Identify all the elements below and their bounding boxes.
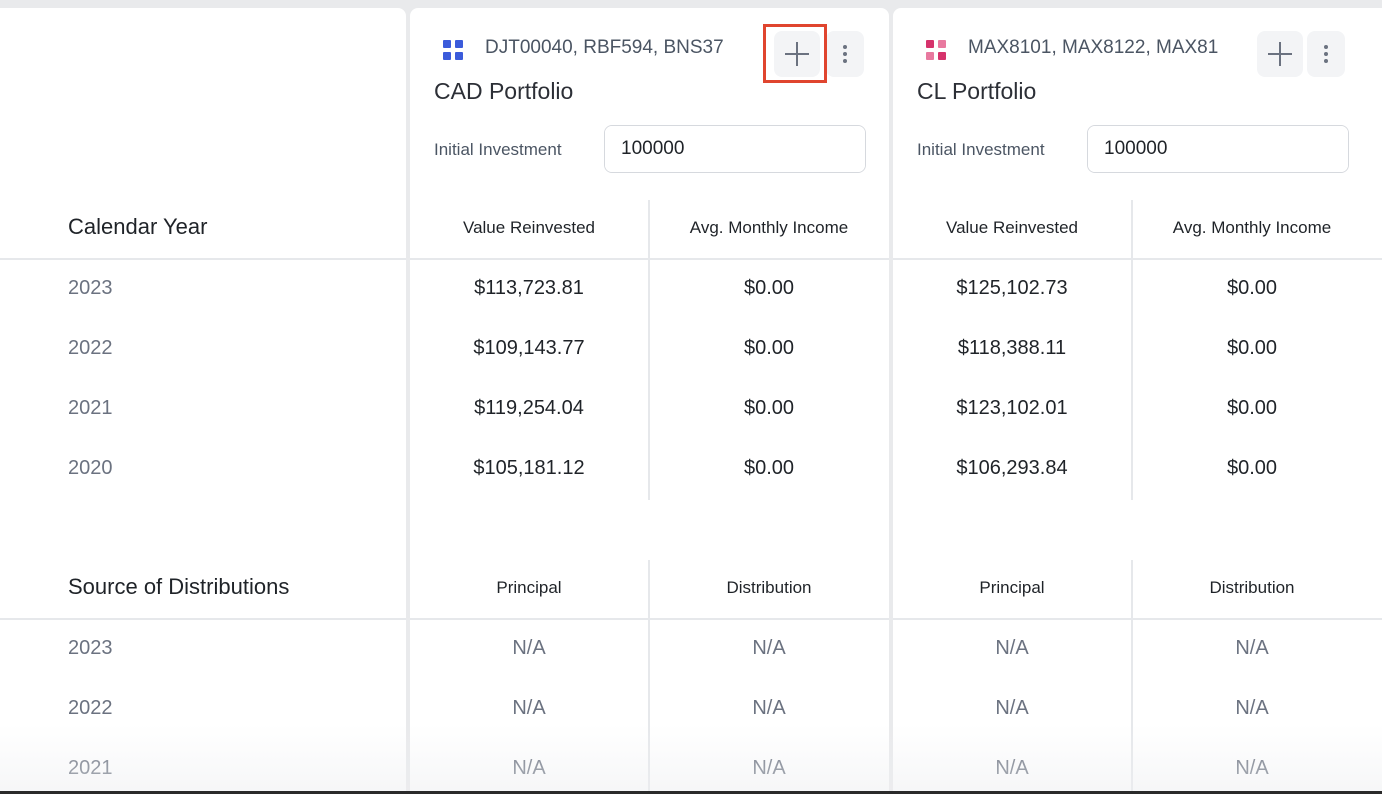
value-cell: N/A (512, 637, 546, 659)
year-label: 2021 (68, 757, 113, 779)
value-cell: $109,143.77 (473, 337, 585, 359)
value-cell: N/A (995, 757, 1029, 779)
column-header-principal: Principal (979, 578, 1045, 597)
divider (893, 618, 1382, 620)
value-cell: N/A (512, 757, 546, 779)
value-cell: $106,293.84 (956, 457, 1068, 479)
year-label: 2020 (68, 457, 113, 479)
source-of-distributions-heading: Source of Distributions (68, 574, 290, 599)
year-label: 2021 (68, 397, 113, 419)
calendar-year-heading: Calendar Year (68, 214, 208, 239)
year-label: 2023 (68, 637, 113, 659)
portfolio-tickers: MAX8101, MAX8122, MAX81 (968, 37, 1219, 58)
initial-investment-label: Initial Investment (917, 140, 1045, 159)
add-holding-button[interactable] (1257, 31, 1303, 77)
initial-investment-label: Initial Investment (434, 140, 562, 159)
column-header-principal: Principal (496, 578, 562, 597)
plus-icon (785, 42, 809, 66)
portfolio-name: CL Portfolio (917, 78, 1037, 104)
column-header-distribution: Distribution (1209, 578, 1295, 597)
column-header-distribution: Distribution (726, 578, 812, 597)
year-label: 2022 (68, 337, 113, 359)
value-cell: N/A (752, 697, 786, 719)
plus-icon (1268, 42, 1292, 66)
value-cell: N/A (1235, 697, 1269, 719)
value-cell: $0.00 (1226, 397, 1278, 419)
value-cell: $113,723.81 (474, 277, 584, 299)
divider (410, 258, 889, 260)
value-cell: N/A (1235, 637, 1269, 659)
initial-investment-input[interactable] (605, 126, 865, 172)
value-cell: $0.00 (1226, 457, 1278, 479)
divider (0, 618, 406, 620)
value-cell: $0.00 (743, 397, 795, 419)
kebab-icon (1324, 45, 1328, 49)
kebab-icon (843, 45, 847, 49)
portfolio-grid-icon (926, 40, 946, 60)
column-header-value-reinvested: Value Reinvested (463, 218, 595, 237)
initial-investment-input[interactable] (1088, 126, 1348, 172)
more-options-button[interactable] (1307, 31, 1345, 77)
value-cell: $0.00 (743, 457, 795, 479)
value-cell: N/A (995, 697, 1029, 719)
more-options-button[interactable] (826, 31, 864, 77)
initial-investment-field: $ (1087, 125, 1349, 173)
value-cell: N/A (995, 637, 1029, 659)
portfolio-tickers: DJT00040, RBF594, BNS37 (485, 37, 724, 58)
divider (410, 618, 889, 620)
portfolio-card-cad: DJT00040, RBF594, BNS37 CAD Portfolio In… (410, 8, 889, 794)
portfolio-name: CAD Portfolio (434, 78, 574, 104)
value-cell: N/A (1235, 757, 1269, 779)
value-cell: $119,254.04 (474, 397, 584, 419)
value-cell: $123,102.01 (956, 397, 1068, 419)
value-cell: $0.00 (743, 337, 795, 359)
value-cell: $105,181.12 (473, 457, 585, 479)
column-header-avg-monthly-income: Avg. Monthly Income (1172, 218, 1332, 237)
value-cell: $118,388.11 (957, 337, 1067, 359)
divider (0, 258, 406, 260)
value-cell: $125,102.73 (956, 277, 1068, 299)
column-header-value-reinvested: Value Reinvested (946, 218, 1078, 237)
column-header-avg-monthly-income: Avg. Monthly Income (689, 218, 849, 237)
value-cell: $0.00 (1226, 277, 1278, 299)
portfolio-grid-icon (443, 40, 463, 60)
year-label: 2022 (68, 697, 113, 719)
value-cell: N/A (752, 757, 786, 779)
add-holding-button[interactable] (774, 31, 820, 77)
initial-investment-field: $ (604, 125, 866, 173)
portfolio-card-cl: MAX8101, MAX8122, MAX81 CL Portfolio Ini… (893, 8, 1382, 794)
row-labels-column: Calendar Year 2023 2022 2021 2020 Source… (0, 8, 406, 794)
value-cell: $0.00 (743, 277, 795, 299)
value-cell: $0.00 (1226, 337, 1278, 359)
value-cell: N/A (752, 637, 786, 659)
year-label: 2023 (68, 277, 113, 299)
value-cell: N/A (512, 697, 546, 719)
divider (893, 258, 1382, 260)
